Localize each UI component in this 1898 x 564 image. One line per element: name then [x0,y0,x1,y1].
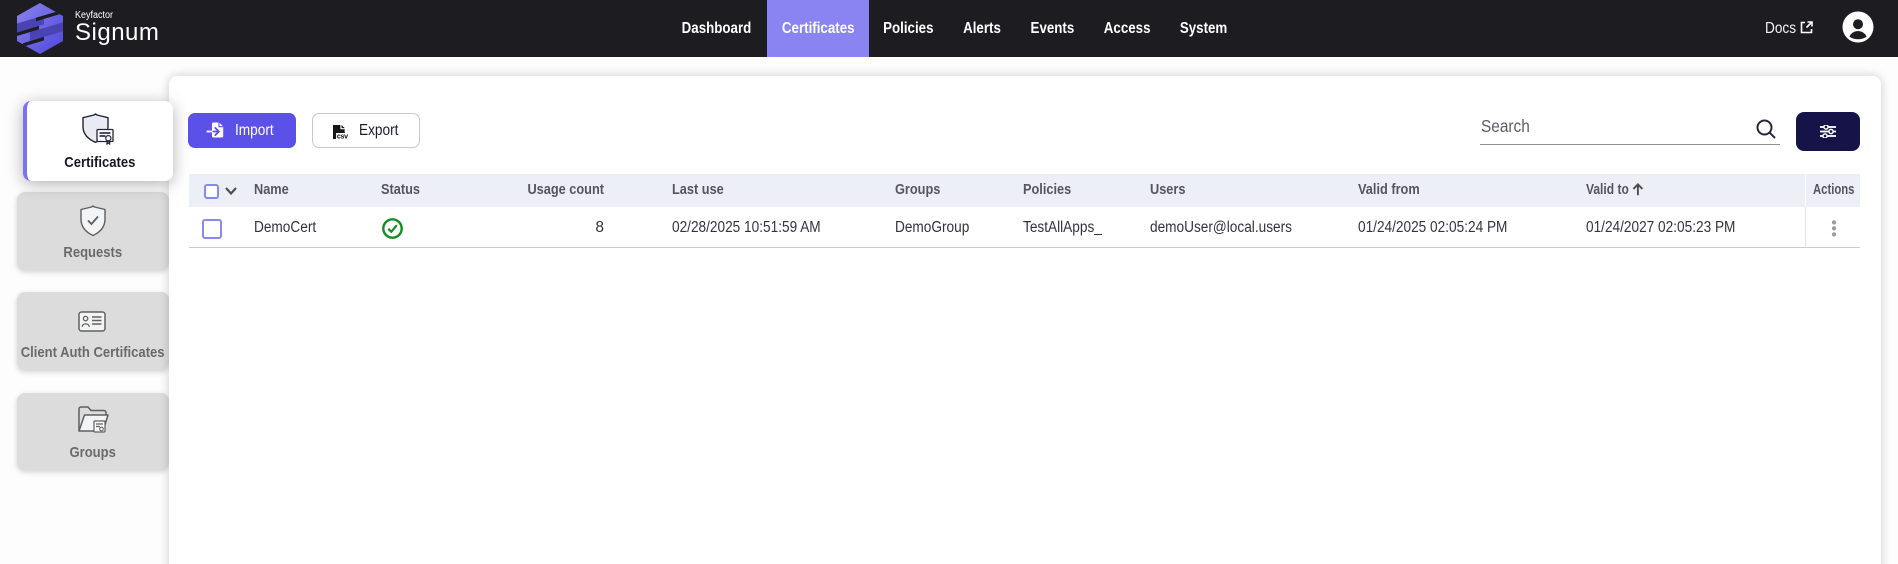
svg-text:csv: csv [337,134,348,139]
